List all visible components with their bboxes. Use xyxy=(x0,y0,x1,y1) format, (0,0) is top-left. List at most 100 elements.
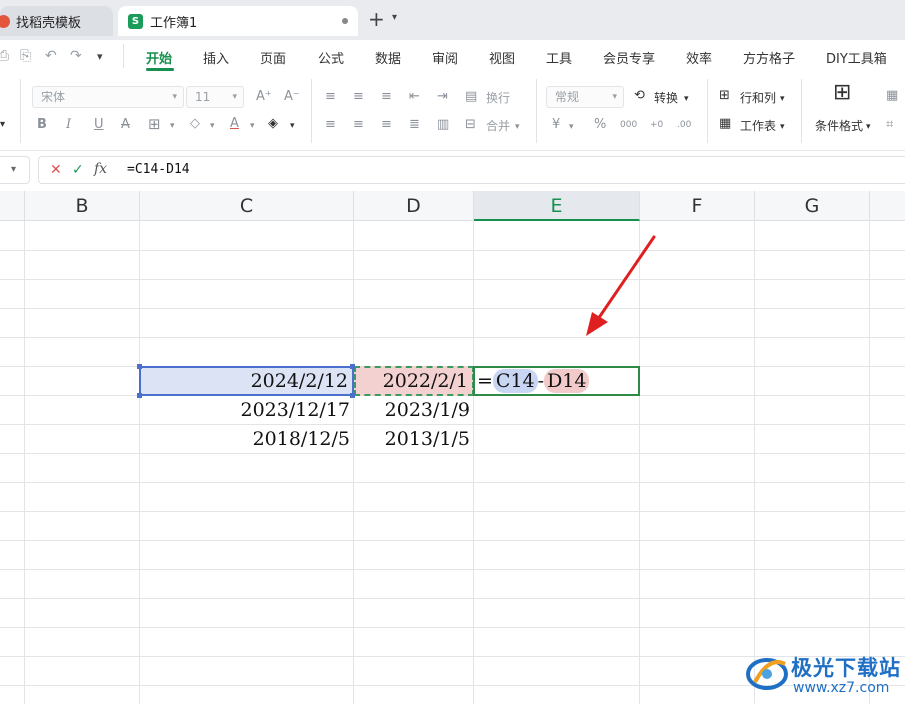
menu-insert[interactable]: 插入 xyxy=(203,48,229,67)
align-middle-icon[interactable]: ≡ xyxy=(353,89,364,105)
justify-icon[interactable]: ≣ xyxy=(409,117,420,133)
paste-chevron-icon[interactable]: ▾ xyxy=(0,117,5,133)
thousands-separator-icon[interactable]: 000 xyxy=(620,117,637,133)
indent-decrease-icon[interactable]: ⇤ xyxy=(409,89,420,105)
convert-icon[interactable]: ⟲ xyxy=(634,88,645,104)
column-header-e[interactable]: E xyxy=(474,191,640,221)
confirm-icon[interactable]: ✓ xyxy=(72,162,84,178)
increase-decimal-icon[interactable]: +0 xyxy=(650,117,663,133)
formula-input[interactable]: ✕ ✓ fx =C14-D14 xyxy=(38,156,905,184)
decrease-decimal-icon[interactable]: .00 xyxy=(677,117,691,133)
row-col-label[interactable]: 行和列 xyxy=(740,89,776,106)
row-col-icon[interactable]: ⊞ xyxy=(719,88,730,104)
conditional-format-icon[interactable]: ⊞ xyxy=(833,82,851,104)
menu-tools[interactable]: 工具 xyxy=(546,48,572,67)
cell-d16[interactable]: 2013/1/5 xyxy=(354,425,474,454)
merge-cells-label[interactable]: 合并 xyxy=(486,117,510,134)
tab-template[interactable]: 找稻壳模板 xyxy=(0,6,113,36)
font-size-select[interactable]: 11 ▾ xyxy=(186,86,244,108)
cell-e14-formula[interactable]: = C14- D14 xyxy=(477,369,590,393)
align-left-icon[interactable]: ≡ xyxy=(325,117,336,133)
worksheet-label[interactable]: 工作表 xyxy=(740,117,776,134)
cancel-icon[interactable]: ✕ xyxy=(50,162,62,178)
currency-icon[interactable]: ¥ xyxy=(552,117,560,133)
chevron-down-icon[interactable]: ▾ xyxy=(569,119,574,135)
column-header-a[interactable] xyxy=(0,191,25,221)
merge-cells-icon[interactable]: ⊟ xyxy=(465,117,476,133)
menu-data[interactable]: 数据 xyxy=(375,48,401,67)
chevron-down-icon[interactable]: ▾ xyxy=(170,118,175,134)
chevron-down-icon[interactable]: ▾ xyxy=(290,118,295,134)
indent-increase-icon[interactable]: ⇥ xyxy=(437,89,448,105)
menu-diy-toolbox[interactable]: DIY工具箱 xyxy=(826,48,887,67)
wrap-text-label[interactable]: 换行 xyxy=(486,89,510,106)
selection-handle[interactable] xyxy=(137,364,142,369)
font-color-icon[interactable]: A xyxy=(230,116,239,132)
menu-page[interactable]: 页面 xyxy=(260,48,286,67)
chevron-down-icon[interactable]: ▾ xyxy=(780,91,785,107)
chevron-down-icon[interactable]: ▾ xyxy=(515,119,520,135)
column-header-g[interactable]: G xyxy=(755,191,870,221)
undo-icon[interactable]: ↶ xyxy=(45,48,57,64)
menu-member[interactable]: 会员专享 xyxy=(603,48,655,67)
convert-label[interactable]: 转换 xyxy=(654,89,678,106)
unsaved-dot-icon[interactable] xyxy=(342,18,348,24)
align-bottom-icon[interactable]: ≡ xyxy=(381,89,392,105)
table-style-icon[interactable]: ⌗ xyxy=(886,117,893,133)
conditional-format-label[interactable]: 条件格式 xyxy=(815,117,863,134)
redo-icon[interactable]: ↷ xyxy=(70,48,82,64)
quick-access-chevron-icon[interactable]: ▾ xyxy=(97,50,103,63)
new-tab-plus-icon[interactable]: + xyxy=(368,9,385,29)
align-center-icon[interactable]: ≡ xyxy=(353,117,364,133)
selection-handle[interactable] xyxy=(350,393,355,398)
chevron-down-icon[interactable]: ▾ xyxy=(780,119,785,135)
insert-function-icon[interactable]: fx xyxy=(94,161,107,177)
menu-formula[interactable]: 公式 xyxy=(318,48,344,67)
border-icon[interactable]: ⊞ xyxy=(148,116,161,132)
menu-review[interactable]: 审阅 xyxy=(432,48,458,67)
column-header-d[interactable]: D xyxy=(354,191,474,221)
align-right-icon[interactable]: ≡ xyxy=(381,117,392,133)
italic-icon[interactable]: I xyxy=(66,117,71,133)
number-format-select[interactable]: 常规 ▾ xyxy=(546,86,624,108)
menu-fangfang[interactable]: 方方格子 xyxy=(743,48,795,67)
formula-text[interactable]: =C14-D14 xyxy=(127,162,190,177)
align-top-icon[interactable]: ≡ xyxy=(325,89,336,105)
new-tab-chevron-icon[interactable]: ▾ xyxy=(392,12,397,23)
menu-view[interactable]: 视图 xyxy=(489,48,515,67)
print-preview-icon[interactable]: ⎘ xyxy=(20,48,31,64)
eraser-icon[interactable]: ◈ xyxy=(268,116,278,132)
cell-c16[interactable]: 2018/12/5 xyxy=(139,425,354,454)
percent-icon[interactable]: % xyxy=(594,117,606,133)
font-shrink-icon[interactable]: A⁻ xyxy=(284,89,300,105)
cell-d14[interactable]: 2022/2/1 xyxy=(354,366,474,396)
tab-workbook[interactable]: S 工作簿1 xyxy=(118,6,358,36)
column-header-f[interactable]: F xyxy=(640,191,755,221)
bold-icon[interactable]: B xyxy=(37,117,47,133)
strikethrough-icon[interactable]: A xyxy=(121,117,130,133)
font-name-select[interactable]: 宋体 ▾ xyxy=(32,86,184,108)
chevron-down-icon[interactable]: ▾ xyxy=(866,119,871,135)
fill-color-icon[interactable]: ◇ xyxy=(190,116,200,132)
column-header-b[interactable]: B xyxy=(25,191,140,221)
worksheet-icon[interactable]: ▦ xyxy=(719,116,731,132)
font-grow-icon[interactable]: A⁺ xyxy=(256,89,272,105)
column-header-h[interactable] xyxy=(870,191,905,221)
cell-d15[interactable]: 2023/1/9 xyxy=(354,396,474,425)
underline-icon[interactable]: U xyxy=(94,117,104,133)
selection-handle[interactable] xyxy=(137,393,142,398)
cell-c14[interactable]: 2024/2/12 xyxy=(139,366,354,396)
menu-home[interactable]: 开始 xyxy=(146,48,172,67)
wrap-text-icon[interactable]: ▤ xyxy=(465,89,477,105)
column-header-c[interactable]: C xyxy=(140,191,354,221)
selection-handle[interactable] xyxy=(350,364,355,369)
chevron-down-icon[interactable]: ▾ xyxy=(210,118,215,134)
menu-efficiency[interactable]: 效率 xyxy=(686,48,712,67)
name-box[interactable]: ▾ xyxy=(0,156,30,184)
chevron-down-icon[interactable]: ▾ xyxy=(250,118,255,134)
chevron-down-icon[interactable]: ▾ xyxy=(684,91,689,107)
print-icon[interactable]: ⎙ xyxy=(0,48,9,64)
distribute-icon[interactable]: ▥ xyxy=(437,117,449,133)
cell-c15[interactable]: 2023/12/17 xyxy=(139,396,354,425)
cell-style-icon[interactable]: ▦ xyxy=(886,88,898,104)
